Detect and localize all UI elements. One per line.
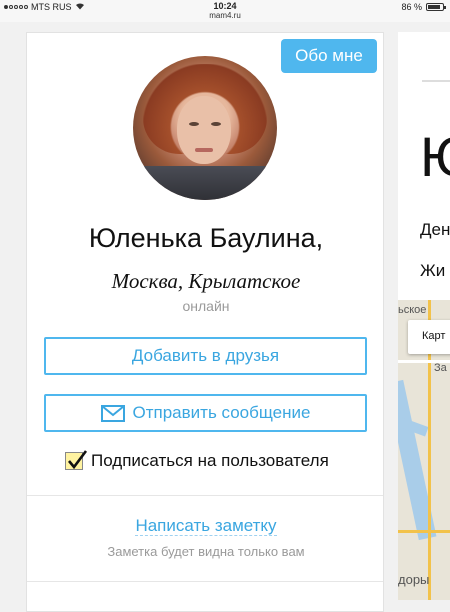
- divider: [422, 80, 450, 82]
- add-friend-label: Добавить в друзья: [131, 346, 280, 365]
- subscribe-label: Подписаться на пользователя: [91, 451, 329, 470]
- write-note-link[interactable]: Написать заметку: [27, 516, 385, 536]
- battery-area: 86 %: [401, 2, 446, 12]
- profile-name: Юленька Баулина,: [88, 223, 324, 253]
- add-friend-button[interactable]: Добавить в друзья: [44, 337, 367, 375]
- map[interactable]: ьское Карт За доры: [398, 300, 450, 600]
- map-type-control[interactable]: Карт: [408, 320, 450, 354]
- residence-row: Жи: [420, 261, 446, 280]
- profile-location: Москва, Крылатское: [111, 269, 301, 293]
- avatar[interactable]: [133, 56, 277, 200]
- divider: [27, 581, 383, 582]
- map-label: доры: [398, 572, 430, 587]
- map-label: ьское: [398, 304, 427, 316]
- about-me-button[interactable]: Обо мне: [281, 39, 377, 73]
- birthday-row: Ден: [420, 220, 450, 239]
- subscribe-option[interactable]: Подписаться на пользователя: [65, 450, 329, 471]
- divider: [27, 495, 383, 496]
- battery-percent: 86 %: [401, 2, 422, 12]
- send-message-button[interactable]: Отправить сообщение: [44, 394, 367, 432]
- online-status: онлайн: [182, 298, 230, 314]
- right-heading: Ю: [420, 125, 450, 188]
- send-message-label: Отправить сообщение: [132, 403, 311, 422]
- write-note-label: Написать заметку: [135, 516, 277, 536]
- envelope-icon: [100, 404, 125, 422]
- battery-icon: [426, 3, 446, 11]
- profile-card: Обо мне Юленька Баулина, Москва, Крылатс…: [26, 32, 384, 612]
- subscribe-checkbox[interactable]: [65, 450, 88, 470]
- status-time: 10:24: [213, 1, 237, 11]
- note-hint: Заметка будет видна только вам: [107, 544, 305, 559]
- right-panel: Ю Ден Жи ьское Карт За доры: [398, 32, 450, 600]
- address-bar-url[interactable]: mam4.ru: [0, 11, 450, 20]
- checkmark-icon: [68, 450, 88, 470]
- map-label: За: [434, 362, 447, 374]
- map-type-label: Карт: [422, 330, 446, 342]
- status-bar: MTS RUS 10:24 mam4.ru 86 %: [0, 0, 450, 22]
